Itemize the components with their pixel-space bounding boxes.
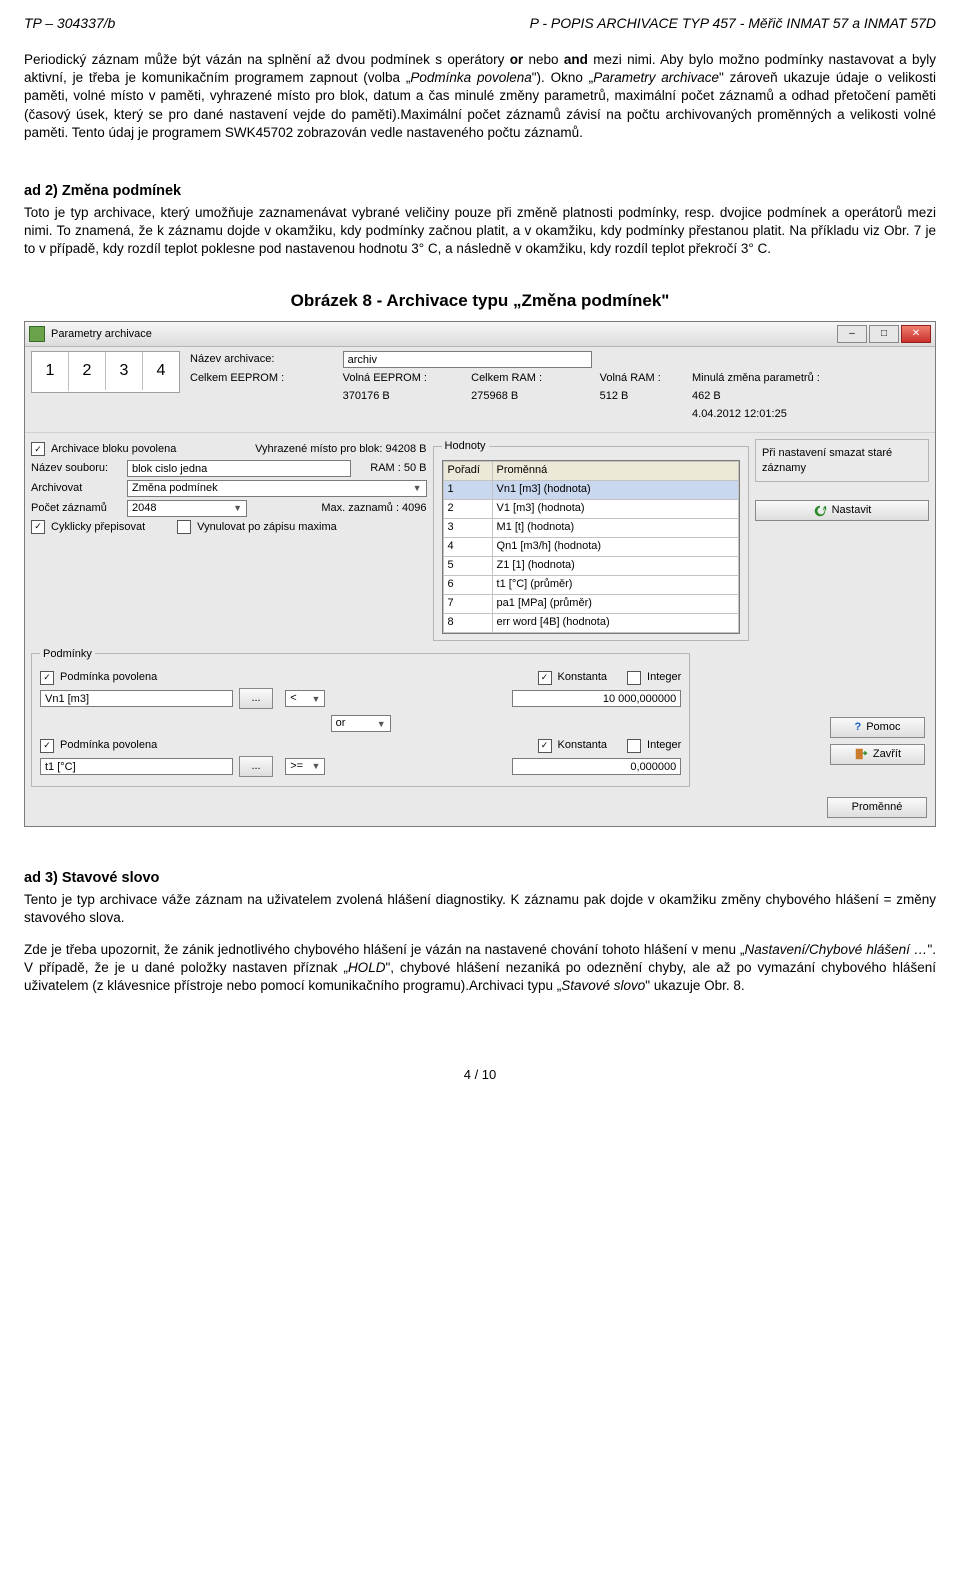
- stat-ram-free-lbl: Volná RAM :: [600, 371, 684, 386]
- maximize-button[interactable]: □: [869, 325, 899, 343]
- col-promenna: Proměnná: [492, 461, 738, 480]
- doc-id: TP – 304337/b: [24, 14, 115, 33]
- table-row: 1Vn1 [m3] (hodnota): [443, 480, 738, 499]
- chk-cond2-const[interactable]: ✓: [538, 739, 552, 753]
- heading-ad3: ad 3) Stavové slovo: [24, 869, 936, 889]
- stat-eeprom-free-lbl: Volná EEPROM :: [343, 371, 464, 386]
- values-legend: Hodnoty: [442, 439, 489, 454]
- variables-button[interactable]: Proměnné: [827, 797, 927, 818]
- tab-2[interactable]: 2: [69, 352, 106, 390]
- ram-label: RAM : 50 B: [357, 461, 427, 476]
- cond2-var-browse[interactable]: ...: [239, 756, 273, 777]
- cond1-val-input[interactable]: 10 000,000000: [512, 690, 681, 707]
- archivovat-label: Archivovat: [31, 481, 121, 496]
- table-row: 4Qn1 [m3/h] (hodnota): [443, 537, 738, 556]
- minimize-button[interactable]: –: [837, 325, 867, 343]
- chk-archive-enabled[interactable]: ✓: [31, 442, 45, 456]
- door-icon: [854, 747, 868, 761]
- figure-caption: Obrázek 8 - Archivace typu „Změna podmín…: [24, 290, 936, 313]
- values-group: Hodnoty PořadíProměnná 1Vn1 [m3] (hodnot…: [433, 439, 749, 641]
- max-records-label: Max. zaznamů : 4096: [321, 501, 426, 516]
- chevron-down-icon: ▼: [377, 718, 386, 730]
- page-footer: 4 / 10: [24, 1066, 936, 1084]
- paragraph-3a: Tento je typ archivace váže záznam na už…: [24, 891, 936, 927]
- table-row: 8err word [4B] (hodnota): [443, 613, 738, 632]
- cond2-var-input[interactable]: t1 [°C]: [40, 758, 233, 775]
- stat-ram-total: 512 B: [600, 389, 684, 404]
- pocet-label: Počet záznamů: [31, 501, 121, 516]
- help-button[interactable]: ? Pomoc: [830, 717, 925, 738]
- chk-cond1-label: Podmínka povolena: [60, 670, 157, 685]
- table-row: 6t1 [°C] (průměr): [443, 575, 738, 594]
- stat-eeprom-total: 370176 B: [343, 389, 464, 404]
- stat-lastchange-lbl: Minulá změna parametrů :: [692, 371, 929, 386]
- cond-operator-select[interactable]: or▼: [331, 715, 391, 732]
- table-row: 3M1 [t] (hodnota): [443, 518, 738, 537]
- chevron-down-icon: ▼: [312, 693, 321, 705]
- tab-3[interactable]: 3: [106, 352, 143, 390]
- values-grid[interactable]: PořadíProměnná 1Vn1 [m3] (hodnota) 2V1 […: [442, 460, 740, 634]
- side-note: Při nastavení smazat staré záznamy: [755, 439, 929, 483]
- filename-label: Název souboru:: [31, 461, 121, 476]
- archive-type-select[interactable]: Změna podmínek▼: [127, 480, 427, 497]
- close-dialog-button[interactable]: Zavřít: [830, 744, 925, 765]
- heading-ad2: ad 2) Změna podmínek: [24, 182, 936, 202]
- chk-cond1-int[interactable]: [627, 671, 641, 685]
- paragraph-3b: Zde je třeba upozornit, že zánik jednotl…: [24, 941, 936, 996]
- filename-input[interactable]: blok cislo jedna: [127, 460, 351, 477]
- conditions-group: Podmínky ✓ Podmínka povolena ✓Konstanta …: [31, 647, 690, 788]
- table-row: 7pa1 [MPa] (průměr): [443, 594, 738, 613]
- chevron-down-icon: ▼: [413, 482, 422, 494]
- chk-cyclic-label: Cyklicky přepisovat: [51, 520, 145, 535]
- left-panel: ✓ Archivace bloku povolena Vyhrazené mís…: [31, 439, 427, 641]
- doc-title: P - POPIS ARCHIVACE TYP 457 - Měřič INMA…: [530, 14, 936, 33]
- window-title: Parametry archivace: [51, 327, 152, 342]
- side-panel: Při nastavení smazat staré záznamy Nasta…: [755, 439, 929, 641]
- app-window: Parametry archivace – □ ✕ 1 2 3 4 Název …: [24, 321, 936, 827]
- stat-lastchange: 4.04.2012 12:01:25: [692, 407, 929, 422]
- chk-zero-label: Vynulovat po zápisu maxima: [197, 520, 337, 535]
- help-icon: ?: [854, 720, 861, 735]
- chk-cyclic[interactable]: ✓: [31, 520, 45, 534]
- chk-cond1-const[interactable]: ✓: [538, 671, 552, 685]
- table-row: 2V1 [m3] (hodnota): [443, 499, 738, 518]
- paragraph-1: Periodický záznam může být vázán na spln…: [24, 51, 936, 142]
- conditions-legend: Podmínky: [40, 647, 95, 662]
- chk-archive-enabled-label: Archivace bloku povolena: [51, 442, 176, 457]
- app-icon: [29, 326, 45, 342]
- stat-eeprom-free: 275968 B: [471, 389, 592, 404]
- name-label: Název archivace:: [190, 352, 335, 367]
- chevron-down-icon: ▼: [233, 502, 242, 514]
- record-count-select[interactable]: 2048▼: [127, 500, 247, 517]
- tab-4[interactable]: 4: [143, 352, 179, 390]
- top-panel: 1 2 3 4 Název archivace: archiv Celkem E…: [25, 347, 935, 433]
- cond1-var-input[interactable]: Vn1 [m3]: [40, 690, 233, 707]
- tab-1[interactable]: 1: [32, 352, 69, 392]
- paragraph-2: Toto je typ archivace, který umožňuje za…: [24, 204, 936, 259]
- side-buttons: ? Pomoc Zavřít: [696, 647, 929, 788]
- chevron-down-icon: ▼: [312, 760, 321, 772]
- cond2-op-select[interactable]: >=▼: [285, 758, 325, 775]
- stat-ram-free: 462 B: [692, 389, 776, 404]
- set-button[interactable]: Nastavit: [755, 500, 929, 521]
- table-row: 5Z1 [1] (hodnota): [443, 556, 738, 575]
- chk-zero-after-max[interactable]: [177, 520, 191, 534]
- chk-cond2-enabled[interactable]: ✓: [40, 739, 54, 753]
- cond1-op-select[interactable]: <▼: [285, 690, 325, 707]
- alloc-label: Vyhrazené místo pro blok: 94208 B: [255, 442, 426, 457]
- block-tabs: 1 2 3 4: [31, 351, 180, 393]
- close-button[interactable]: ✕: [901, 325, 931, 343]
- col-poradi: Pořadí: [443, 461, 492, 480]
- cond1-var-browse[interactable]: ...: [239, 688, 273, 709]
- stat-ram-total-lbl: Celkem RAM :: [471, 371, 592, 386]
- stat-eeprom-total-lbl: Celkem EEPROM :: [190, 371, 335, 386]
- chk-cond2-int[interactable]: [627, 739, 641, 753]
- refresh-icon: [813, 504, 827, 518]
- archive-name-input[interactable]: archiv: [343, 351, 592, 368]
- chk-cond2-label: Podmínka povolena: [60, 738, 157, 753]
- chk-cond1-enabled[interactable]: ✓: [40, 671, 54, 685]
- titlebar: Parametry archivace – □ ✕: [25, 322, 935, 347]
- page-header: TP – 304337/b P - POPIS ARCHIVACE TYP 45…: [24, 14, 936, 33]
- cond2-val-input[interactable]: 0,000000: [512, 758, 681, 775]
